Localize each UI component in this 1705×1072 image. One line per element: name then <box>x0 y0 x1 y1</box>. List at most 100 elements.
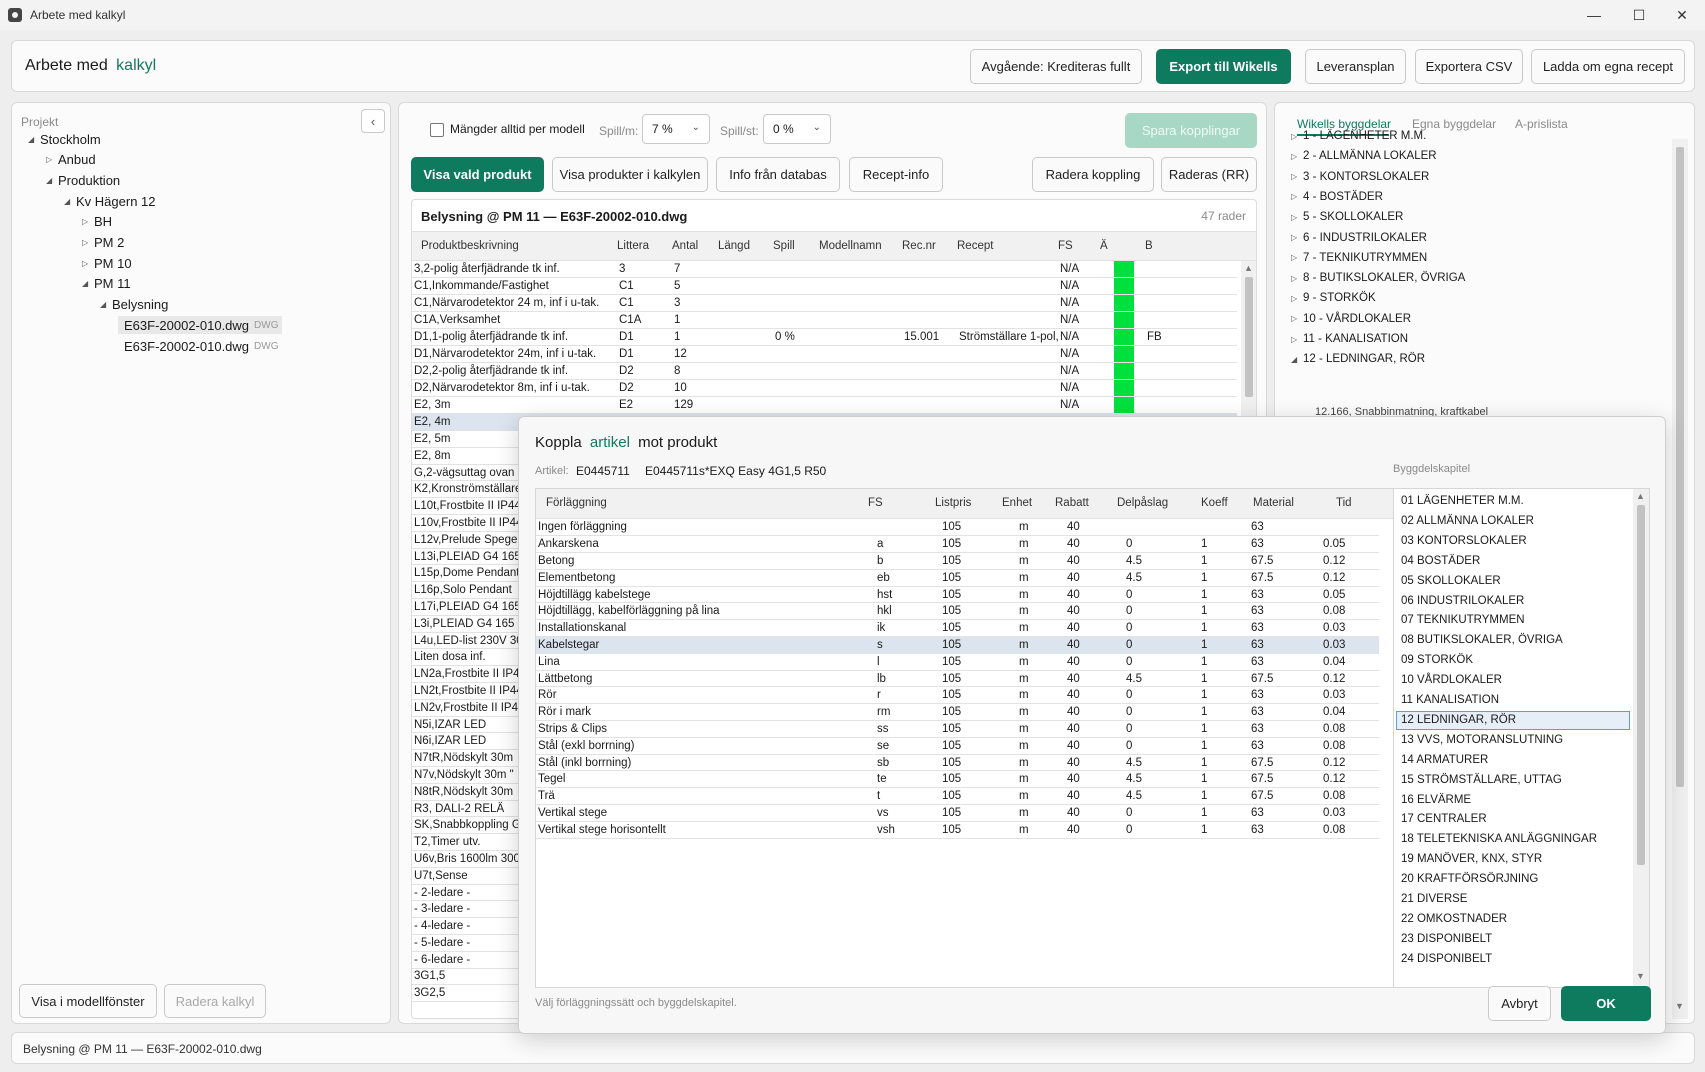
column-header[interactable]: Recept <box>957 240 993 252</box>
collapsed-arrow-icon[interactable]: ▷ <box>1291 172 1303 181</box>
forlaggning-row[interactable]: Stål (inkl borrning) sb 105 m 40 4.5 1 67.5 0.12 <box>536 754 1379 772</box>
byggdel-tree-item[interactable]: ▷ 7 - TEKNIKUTRYMMEN <box>1291 252 1427 264</box>
table-row[interactable]: 3,2-polig återfjädrande tk inf. 3 7 N/A <box>412 261 1237 279</box>
forlaggning-row[interactable]: Vertikal stege vs 105 m 40 0 1 63 0.03 <box>536 804 1379 822</box>
forlaggning-row[interactable]: Höjdtillägg, kabelförläggning på lina hkl… <box>536 602 1379 621</box>
byggdel-list-item[interactable]: 13 VVS, MOTORANSLUTNING <box>1396 731 1630 750</box>
forlaggning-row[interactable]: Kabelstegar s 105 m 40 0 1 63 0.03 <box>536 636 1379 654</box>
collapsed-arrow-icon[interactable]: ▷ <box>1291 274 1303 283</box>
byggdel-list-item[interactable]: 06 INDUSTRILOKALER <box>1396 592 1630 611</box>
column-header[interactable]: Längd <box>718 240 750 252</box>
table-row[interactable]: C1A,Verksamhet C1A 1 N/A <box>412 311 1237 330</box>
collapsed-arrow-icon[interactable]: ▷ <box>1291 213 1303 222</box>
tree-item[interactable]: E63F-20002-010.dwg DWG <box>118 337 278 355</box>
byggdel-list-item[interactable]: 19 MANÖVER, KNX, STYR <box>1396 850 1630 869</box>
table-row[interactable]: D1,Närvarodetektor 24m, inf i u-tak. D1 12… <box>412 345 1237 364</box>
scroll-thumb[interactable] <box>1676 147 1684 787</box>
byggdel-list-item[interactable]: 21 DIVERSE <box>1396 890 1630 909</box>
table-row[interactable]: C1,Närvarodetektor 24 m, inf i u-tak. C1 3… <box>412 294 1237 313</box>
forlaggning-row[interactable]: Höjdtillägg kabelstege hst 105 m 40 0 1 63 0.05 <box>536 586 1379 604</box>
delete-calc-button[interactable]: Radera kalkyl <box>164 984 266 1018</box>
byggdel-list-scrollbar[interactable]: ▲ ▼ <box>1633 489 1649 987</box>
column-header[interactable]: Produktbeskrivning <box>421 240 519 252</box>
tab-products-in-calc[interactable]: Visa produkter i kalkylen <box>552 157 708 192</box>
forlaggning-row[interactable]: Ingen förläggning 105 m 40 63 <box>536 519 1379 537</box>
tree-item[interactable]: ▷ PM 10 <box>82 254 132 272</box>
minimize-button[interactable]: — <box>1571 0 1617 30</box>
tree-item[interactable]: ◢ PM 11 <box>82 275 131 293</box>
expanded-arrow-icon[interactable]: ◢ <box>64 197 76 206</box>
byggdel-list[interactable]: 01 LÄGENHETER M.M. 02 ALLMÄNNA LOKALER 03 … <box>1393 488 1650 988</box>
table-row[interactable]: E2, 3m E2 129 N/A <box>412 396 1237 415</box>
collapsed-arrow-icon[interactable]: ▷ <box>1291 192 1303 201</box>
delete-rr-button[interactable]: Raderas (RR) <box>1161 157 1257 192</box>
byggdel-tree-item[interactable]: ◢ 12 - LEDNINGAR, RÖR <box>1291 353 1425 365</box>
scroll-thumb[interactable] <box>1245 277 1253 397</box>
avgaende-button[interactable]: Avgående: Krediteras fullt <box>970 49 1142 84</box>
byggdel-list-item[interactable]: 24 DISPONIBELT <box>1396 950 1630 969</box>
forlaggning-row[interactable]: Ankarskena a 105 m 40 0 1 63 0.05 <box>536 535 1379 554</box>
byggdel-tree-item[interactable]: ▷ 9 - STORKÖK <box>1291 292 1376 304</box>
byggdel-list-item[interactable]: 04 BOSTÄDER <box>1396 552 1630 571</box>
expanded-arrow-icon[interactable]: ◢ <box>46 176 58 185</box>
byggdel-tree-item[interactable]: ▷ 2 - ALLMÄNNA LOKALER <box>1291 150 1437 162</box>
tab-wikells-byggdelar[interactable]: Wikells byggdelar <box>1297 117 1391 131</box>
forlaggning-row[interactable]: Lina l 105 m 40 0 1 63 0.04 <box>536 653 1379 671</box>
tree-item[interactable]: ▷ PM 2 <box>82 234 124 252</box>
collapsed-arrow-icon[interactable]: ▷ <box>1291 132 1303 141</box>
column-header[interactable]: Antal <box>672 240 698 252</box>
byggdel-list-item[interactable]: 18 TELETEKNISKA ANLÄGGNINGAR <box>1396 830 1630 849</box>
column-header[interactable]: Rabatt <box>1055 497 1089 509</box>
forlaggning-row[interactable]: Trä t 105 m 40 4.5 1 67.5 0.08 <box>536 787 1379 806</box>
byggdel-list-item[interactable]: 16 ELVÄRME <box>1396 791 1630 810</box>
byggdel-list-item[interactable]: 12 LEDNINGAR, RÖR <box>1396 710 1630 730</box>
collapsed-arrow-icon[interactable]: ▷ <box>1291 294 1303 303</box>
forlaggning-row[interactable]: Rör r 105 m 40 0 1 63 0.03 <box>536 686 1379 705</box>
forlaggning-row[interactable]: Lättbetong lb 105 m 40 4.5 1 67.5 0.12 <box>536 670 1379 688</box>
always-per-model-checkbox[interactable] <box>430 123 444 137</box>
byggdel-list-item[interactable]: 17 CENTRALER <box>1396 810 1630 829</box>
show-in-model-button[interactable]: Visa i modellfönster <box>19 984 157 1018</box>
byggdel-list-item[interactable]: 10 VÅRDLOKALER <box>1396 671 1630 690</box>
byggdel-list-item[interactable]: 09 STORKÖK <box>1396 651 1630 670</box>
tree-item[interactable]: ◢ Stockholm <box>28 130 101 148</box>
column-header[interactable]: Listpris <box>935 497 971 509</box>
column-header[interactable]: Spill <box>773 240 795 252</box>
tree-item[interactable]: ▷ BH <box>82 213 112 231</box>
close-button[interactable]: ✕ <box>1659 0 1705 30</box>
column-header[interactable]: Material <box>1253 497 1294 509</box>
byggdel-list-item[interactable]: 08 BUTIKSLOKALER, ÖVRIGA <box>1396 631 1630 650</box>
byggdel-tree-item[interactable]: ▷ 11 - KANALISATION <box>1291 333 1408 345</box>
forlaggning-row[interactable]: Elementbetong eb 105 m 40 4.5 1 67.5 0.12 <box>536 569 1379 587</box>
collapsed-arrow-icon[interactable]: ▷ <box>1291 152 1303 161</box>
table-row[interactable]: C1,Inkommande/Fastighet C1 5 N/A <box>412 277 1237 296</box>
tab-show-selected[interactable]: Visa vald produkt <box>411 157 544 192</box>
byggdel-tree-item[interactable]: ▷ 5 - SKOLLOKALER <box>1291 211 1403 223</box>
byggdel-list-item[interactable]: 15 STRÖMSTÄLLARE, UTTAG <box>1396 771 1630 790</box>
expanded-arrow-icon[interactable]: ◢ <box>28 135 40 144</box>
export-csv-button[interactable]: Exportera CSV <box>1415 49 1523 84</box>
delete-link-button[interactable]: Radera koppling <box>1032 157 1154 192</box>
column-header[interactable]: Koeff <box>1201 497 1228 509</box>
byggdel-list-item[interactable]: 14 ARMATURER <box>1396 751 1630 770</box>
tab-recipe-info[interactable]: Recept-info <box>849 157 943 192</box>
byggdel-tree-item[interactable]: ▷ 6 - INDUSTRILOKALER <box>1291 232 1427 244</box>
collapsed-arrow-icon[interactable]: ▷ <box>1291 335 1303 344</box>
byggdel-list-item[interactable]: 02 ALLMÄNNA LOKALER <box>1396 512 1630 531</box>
collapsed-arrow-icon[interactable]: ▷ <box>82 238 94 247</box>
column-header[interactable]: FS <box>1058 240 1073 252</box>
byggdel-list-item[interactable]: 23 DISPONIBELT <box>1396 930 1630 949</box>
column-header[interactable]: Tid <box>1336 497 1352 509</box>
byggdel-list-item[interactable]: 11 KANALISATION <box>1396 691 1630 710</box>
cancel-button[interactable]: Avbryt <box>1488 986 1551 1021</box>
maximize-button[interactable]: ☐ <box>1616 0 1662 30</box>
scroll-down-icon[interactable]: ▼ <box>1636 971 1645 981</box>
collapsed-arrow-icon[interactable]: ▷ <box>1291 253 1303 262</box>
column-header[interactable]: Enhet <box>1002 497 1032 509</box>
column-header[interactable]: Rec.nr <box>902 240 936 252</box>
column-header[interactable]: Littera <box>617 240 649 252</box>
table-row[interactable]: D2,2-polig återfjädrande tk inf. D2 8 N/A <box>412 362 1237 381</box>
byggdel-tree-item[interactable]: ▷ 10 - VÅRDLOKALER <box>1291 313 1411 325</box>
collapsed-arrow-icon[interactable]: ▷ <box>82 259 94 268</box>
column-header[interactable]: B <box>1145 240 1153 252</box>
